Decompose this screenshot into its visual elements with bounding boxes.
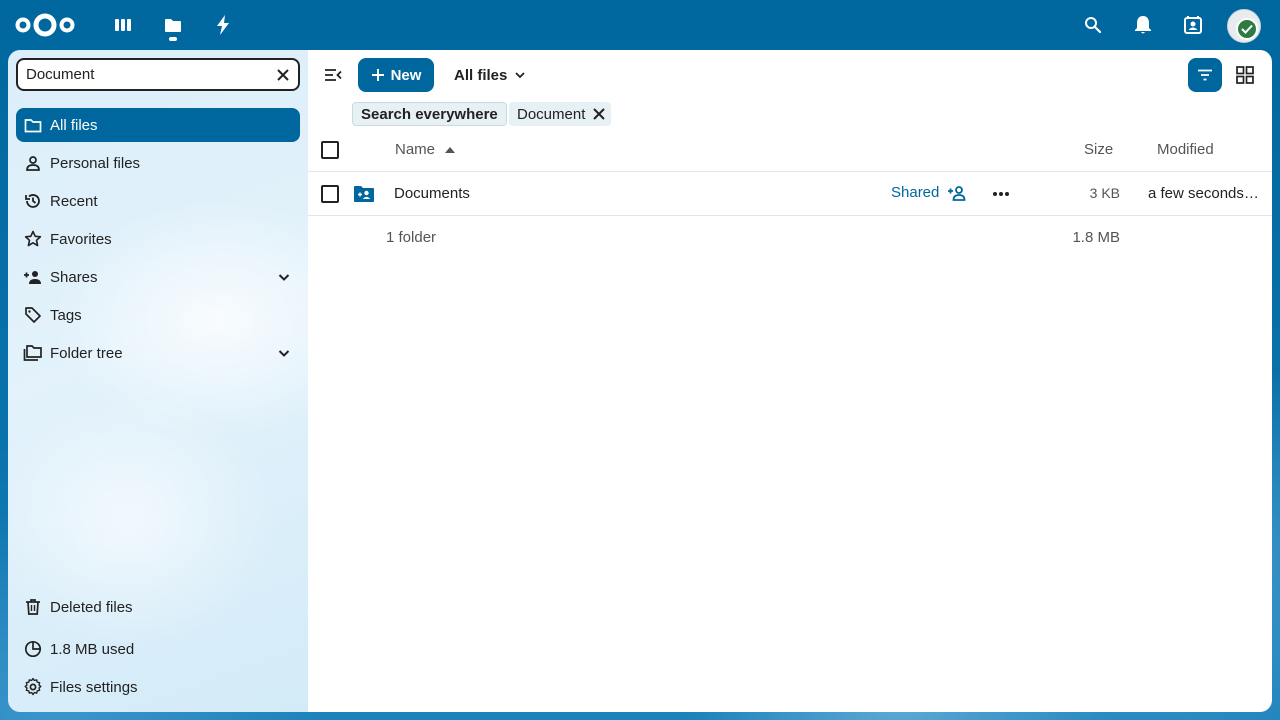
row-select-checkbox[interactable] xyxy=(321,185,339,203)
filter-search-input[interactable] xyxy=(18,66,258,83)
navigation-sidebar: All files Personal files Recent Favorite… xyxy=(8,50,308,712)
sidebar-item-recent[interactable]: Recent xyxy=(16,184,300,218)
sidebar-item-label: Folder tree xyxy=(50,344,123,362)
file-modified: a few seconds ago xyxy=(1148,185,1260,202)
sidebar-item-label: All files xyxy=(50,116,98,134)
sidebar-item-label: Recent xyxy=(50,192,98,210)
summary-size: 1.8 MB xyxy=(1072,229,1120,246)
sidebar-item-files-settings[interactable]: Files settings xyxy=(16,670,300,704)
chevron-down-icon xyxy=(515,72,525,79)
sidebar-item-label: Shares xyxy=(50,268,98,286)
gear-icon xyxy=(23,677,43,697)
column-name-label: Name xyxy=(395,141,436,158)
table-row[interactable]: Documents Shared 3 KB a few seconds ago xyxy=(308,172,1272,216)
sidebar-item-label: Tags xyxy=(50,306,82,324)
filter-icon xyxy=(1198,69,1212,81)
user-status-online-icon xyxy=(1236,18,1258,40)
sort-ascending-icon xyxy=(445,146,456,153)
search-term-chip: Document xyxy=(509,102,612,126)
new-button-label: New xyxy=(390,66,422,84)
top-header xyxy=(0,0,1280,50)
select-all-checkbox[interactable] xyxy=(321,141,339,159)
nextcloud-logo[interactable] xyxy=(14,11,76,39)
shared-folder-icon xyxy=(354,186,374,202)
breadcrumb[interactable]: All files xyxy=(454,64,527,86)
chevron-down-icon[interactable] xyxy=(276,269,292,285)
file-size: 3 KB xyxy=(1089,185,1120,201)
folder-tree-icon xyxy=(23,343,43,363)
folder-icon xyxy=(23,115,43,135)
filter-button[interactable] xyxy=(1188,58,1222,92)
search-everywhere-chip[interactable]: Search everywhere xyxy=(352,102,507,126)
clear-search-icon[interactable] xyxy=(274,66,292,84)
sidebar-item-personal-files[interactable]: Personal files xyxy=(16,146,300,180)
sidebar-item-deleted-files[interactable]: Deleted files xyxy=(16,590,300,624)
file-list-header: Name Size Modified xyxy=(308,128,1272,172)
sidebar-item-tags[interactable]: Tags xyxy=(16,298,300,332)
column-size-header[interactable]: Size xyxy=(1084,141,1113,158)
more-actions-icon[interactable] xyxy=(991,184,1011,204)
sidebar-item-label: Personal files xyxy=(50,154,141,172)
search-icon[interactable] xyxy=(1081,13,1105,37)
contacts-icon[interactable] xyxy=(1181,13,1205,37)
sidebar-item-shares[interactable]: Shares xyxy=(16,260,300,294)
summary-count: 1 folder xyxy=(386,229,437,246)
deleted-files-label: Deleted files xyxy=(50,598,133,616)
file-list-summary: 1 folder 1.8 MB xyxy=(308,216,1272,260)
sharing-status-button[interactable]: Shared xyxy=(891,184,967,201)
remove-filter-icon[interactable] xyxy=(591,106,607,122)
pie-chart-icon xyxy=(23,639,43,659)
files-settings-label: Files settings xyxy=(50,678,138,696)
toggle-navigation-icon[interactable] xyxy=(322,64,344,86)
person-icon xyxy=(23,153,43,173)
sidebar-item-all-files[interactable]: All files xyxy=(16,108,300,142)
search-everywhere-label: Search everywhere xyxy=(361,105,498,123)
share-icon xyxy=(23,267,43,287)
dashboard-icon[interactable] xyxy=(111,13,135,37)
tag-icon xyxy=(23,305,43,325)
activity-icon[interactable] xyxy=(211,13,235,37)
star-icon xyxy=(23,229,43,249)
active-app-indicator xyxy=(169,37,177,41)
sidebar-item-label: Favorites xyxy=(50,230,112,248)
search-term-label: Document xyxy=(517,105,586,123)
column-modified-header[interactable]: Modified xyxy=(1157,141,1214,158)
storage-quota: 1.8 MB used xyxy=(16,632,300,666)
bell-icon[interactable] xyxy=(1131,13,1155,37)
new-button[interactable]: New xyxy=(358,58,434,92)
grid-view-icon[interactable] xyxy=(1234,64,1256,86)
column-name-header[interactable]: Name xyxy=(395,141,456,158)
files-icon[interactable] xyxy=(161,13,185,37)
plus-icon xyxy=(371,69,384,81)
history-icon xyxy=(23,191,43,211)
breadcrumb-current: All files xyxy=(454,66,508,84)
quota-label: 1.8 MB used xyxy=(50,640,135,658)
file-list-main: New All files Search everywhere Document… xyxy=(308,50,1272,712)
sidebar-item-folder-tree[interactable]: Folder tree xyxy=(16,336,300,370)
sidebar-item-favorites[interactable]: Favorites xyxy=(16,222,300,256)
shared-label: Shared xyxy=(891,184,940,201)
file-name[interactable]: Documents xyxy=(394,185,470,202)
chevron-down-icon[interactable] xyxy=(276,345,292,361)
trash-icon xyxy=(23,597,43,617)
search-box xyxy=(16,58,300,91)
share-user-add-icon xyxy=(948,185,966,201)
